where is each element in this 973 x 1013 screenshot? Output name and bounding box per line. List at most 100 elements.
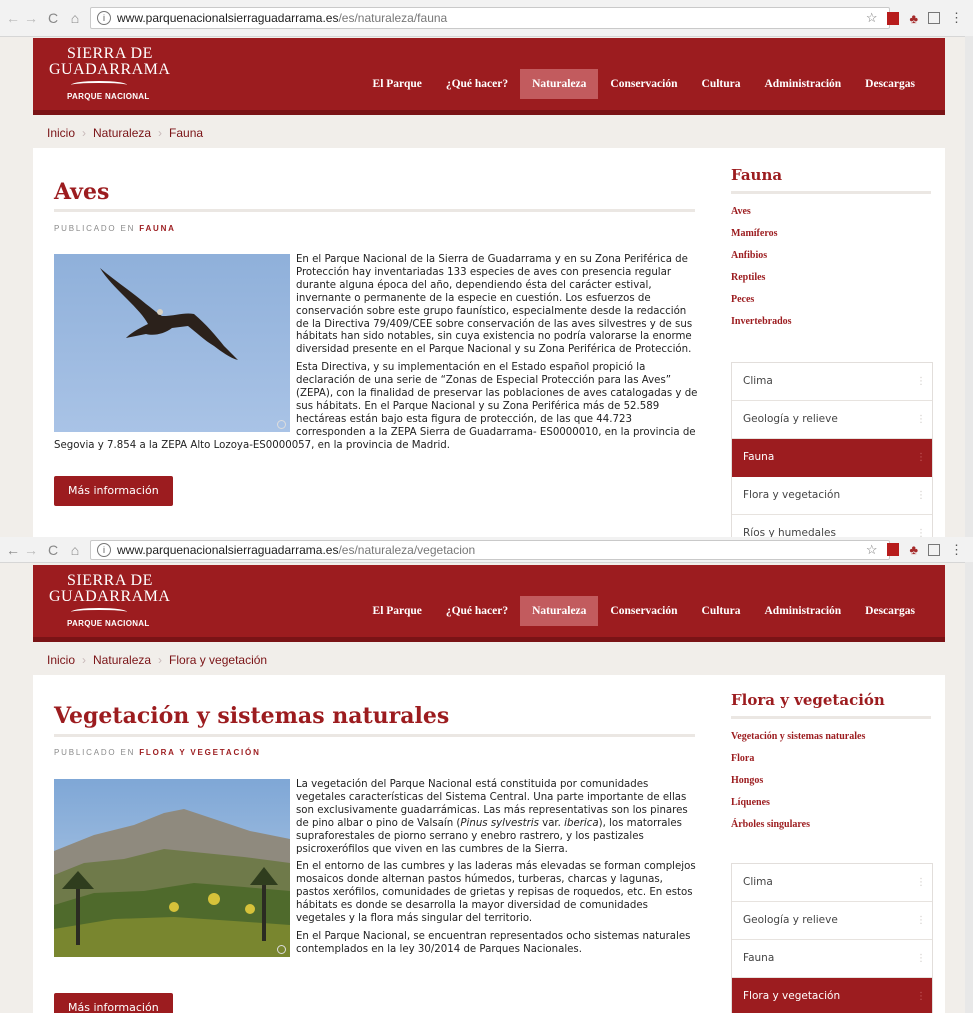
site-logo[interactable]: SIERRA DE GUADARRAMA PARQUE NACIONAL — [49, 573, 170, 632]
breadcrumb-inicio[interactable]: Inicio — [47, 126, 75, 140]
nav-naturaleza[interactable]: Naturaleza — [520, 596, 599, 626]
breadcrumb: Inicio › Naturaleza › Fauna — [47, 126, 203, 140]
menu-item-flora[interactable]: Flora y vegetación — [732, 477, 932, 515]
nav-cultura[interactable]: Cultura — [690, 69, 753, 99]
breadcrumb-separator: › — [158, 653, 163, 667]
address-bar[interactable]: i www.parquenacionalsierraguadarrama.es /… — [90, 539, 890, 560]
address-bar[interactable]: i www.parquenacionalsierraguadarrama.es /… — [90, 7, 890, 29]
menu-item-fauna[interactable]: Fauna — [732, 439, 932, 477]
nav-descargas[interactable]: Descargas — [853, 69, 927, 99]
more-info-button[interactable]: Más información — [54, 476, 173, 506]
published-category[interactable]: FLORA Y VEGETACIÓN — [139, 748, 260, 757]
pdf-extension-icon[interactable] — [887, 543, 900, 556]
main-nav: El Parque ¿Qué hacer? Naturaleza Conserv… — [361, 69, 927, 99]
browser-toolbar: ← → C ⌂ i www.parquenacionalsierraguadar… — [0, 537, 973, 563]
nav-cultura[interactable]: Cultura — [690, 596, 753, 626]
url-domain: www.parquenacionalsierraguadarrama.es — [117, 11, 339, 25]
header-stripe — [33, 110, 945, 115]
site-logo[interactable]: SIERRA DE GUADARRAMA PARQUE NACIONAL — [49, 46, 170, 105]
published-in: PUBLICADO EN FAUNA — [54, 224, 176, 233]
reload-icon[interactable]: C — [44, 542, 62, 558]
sidebar-title: Flora y vegetación — [731, 691, 885, 709]
sidebar-link-aves[interactable]: Aves — [731, 206, 792, 228]
menu-item-fauna[interactable]: Fauna — [732, 940, 932, 978]
logo-line1: SIERRA DE — [67, 45, 153, 62]
nav-conservacion[interactable]: Conservación — [598, 596, 689, 626]
sidebar-link-hongos[interactable]: Hongos — [731, 775, 865, 797]
sidebar-link-mamiferos[interactable]: Mamíferos — [731, 228, 792, 250]
nav-que-hacer[interactable]: ¿Qué hacer? — [434, 596, 520, 626]
url-path: /es/naturaleza/vegetacion — [338, 542, 476, 557]
info-icon[interactable]: i — [97, 542, 111, 557]
breadcrumb-current: Flora y vegetación — [169, 653, 268, 667]
extensions: ☆ ♣ ⋮ — [866, 0, 963, 36]
sidebar-link-peces[interactable]: Peces — [731, 294, 792, 316]
nav-administracion[interactable]: Administración — [753, 69, 854, 99]
breadcrumb-naturaleza[interactable]: Naturaleza — [93, 126, 151, 140]
menu-item-rios[interactable]: Ríos y humedales — [732, 515, 932, 537]
published-category[interactable]: FAUNA — [139, 224, 176, 233]
sidebar-link-reptiles[interactable]: Reptiles — [731, 272, 792, 294]
nav-conservacion[interactable]: Conservación — [598, 69, 689, 99]
breadcrumb-separator: › — [82, 653, 87, 667]
scrollbar[interactable] — [965, 562, 973, 1013]
forward-icon[interactable]: → — [22, 542, 40, 558]
published-label: PUBLICADO EN — [54, 224, 136, 233]
reload-icon[interactable]: C — [44, 10, 62, 26]
forward-icon[interactable]: → — [22, 10, 40, 26]
browser-menu-icon[interactable]: ⋮ — [950, 542, 963, 558]
pdf-extension-icon[interactable] — [887, 11, 900, 25]
nav-administracion[interactable]: Administración — [753, 596, 854, 626]
extensions: ☆ ♣ ⋮ — [866, 537, 963, 562]
nav-el-parque[interactable]: El Parque — [361, 596, 434, 626]
cast-icon[interactable] — [928, 543, 940, 556]
sidebar-link-flora[interactable]: Flora — [731, 753, 865, 775]
more-info-button[interactable]: Más información — [54, 993, 173, 1013]
logo-line2: GUADARRAMA — [49, 588, 171, 605]
bookmark-star-icon[interactable]: ☆ — [866, 10, 878, 26]
back-icon[interactable]: ← — [4, 542, 22, 558]
site-header: SIERRA DE GUADARRAMA PARQUE NACIONAL El … — [33, 38, 945, 115]
nav-el-parque[interactable]: El Parque — [361, 69, 434, 99]
nav-descargas[interactable]: Descargas — [853, 596, 927, 626]
logo-line3: PARQUE NACIONAL — [67, 619, 150, 628]
sidebar-title: Fauna — [731, 166, 783, 184]
browser-toolbar: ← → C ⌂ i www.parquenacionalsierraguadar… — [0, 0, 973, 37]
sidebar-link-liquenes[interactable]: Líquenes — [731, 797, 865, 819]
main-nav: El Parque ¿Qué hacer? Naturaleza Conserv… — [361, 596, 927, 626]
sidebar-link-invertebrados[interactable]: Invertebrados — [731, 316, 792, 338]
menu-item-flora[interactable]: Flora y vegetación — [732, 978, 932, 1013]
nav-que-hacer[interactable]: ¿Qué hacer? — [434, 69, 520, 99]
breadcrumb-naturaleza[interactable]: Naturaleza — [93, 653, 151, 667]
url-path: /es/naturaleza/fauna — [338, 11, 448, 25]
menu-item-clima[interactable]: Clima — [732, 363, 932, 401]
title-divider — [54, 209, 695, 212]
screenshot-fauna: ← → C ⌂ i www.parquenacionalsierraguadar… — [0, 0, 973, 537]
extension-icon[interactable]: ♣ — [909, 542, 918, 557]
page-title: Aves — [54, 179, 110, 205]
cast-icon[interactable] — [928, 12, 940, 24]
info-icon[interactable]: i — [97, 11, 111, 25]
menu-item-geologia[interactable]: Geología y relieve — [732, 902, 932, 940]
sidebar-links: Aves Mamíferos Anfibios Reptiles Peces I… — [731, 206, 792, 338]
home-icon[interactable]: ⌂ — [66, 10, 84, 26]
browser-menu-icon[interactable]: ⋮ — [950, 10, 963, 26]
scrollbar[interactable] — [965, 36, 973, 537]
breadcrumb: Inicio › Naturaleza › Flora y vegetación — [47, 653, 267, 667]
title-divider — [54, 734, 695, 737]
home-icon[interactable]: ⌂ — [66, 542, 84, 558]
sidebar-link-vegetacion[interactable]: Vegetación y sistemas naturales — [731, 731, 865, 753]
site-header: SIERRA DE GUADARRAMA PARQUE NACIONAL El … — [33, 565, 945, 642]
menu-item-clima[interactable]: Clima — [732, 864, 932, 902]
bookmark-star-icon[interactable]: ☆ — [866, 542, 878, 558]
sidebar-divider — [731, 716, 931, 719]
sidebar-link-anfibios[interactable]: Anfibios — [731, 250, 792, 272]
nav-naturaleza[interactable]: Naturaleza — [520, 69, 599, 99]
breadcrumb-inicio[interactable]: Inicio — [47, 653, 75, 667]
sidebar-link-arboles[interactable]: Árboles singulares — [731, 819, 865, 841]
menu-item-geologia[interactable]: Geología y relieve — [732, 401, 932, 439]
published-label: PUBLICADO EN — [54, 748, 136, 757]
article-body: La vegetación del Parque Nacional está c… — [54, 779, 699, 962]
extension-icon[interactable]: ♣ — [909, 11, 918, 26]
back-icon[interactable]: ← — [4, 10, 22, 26]
